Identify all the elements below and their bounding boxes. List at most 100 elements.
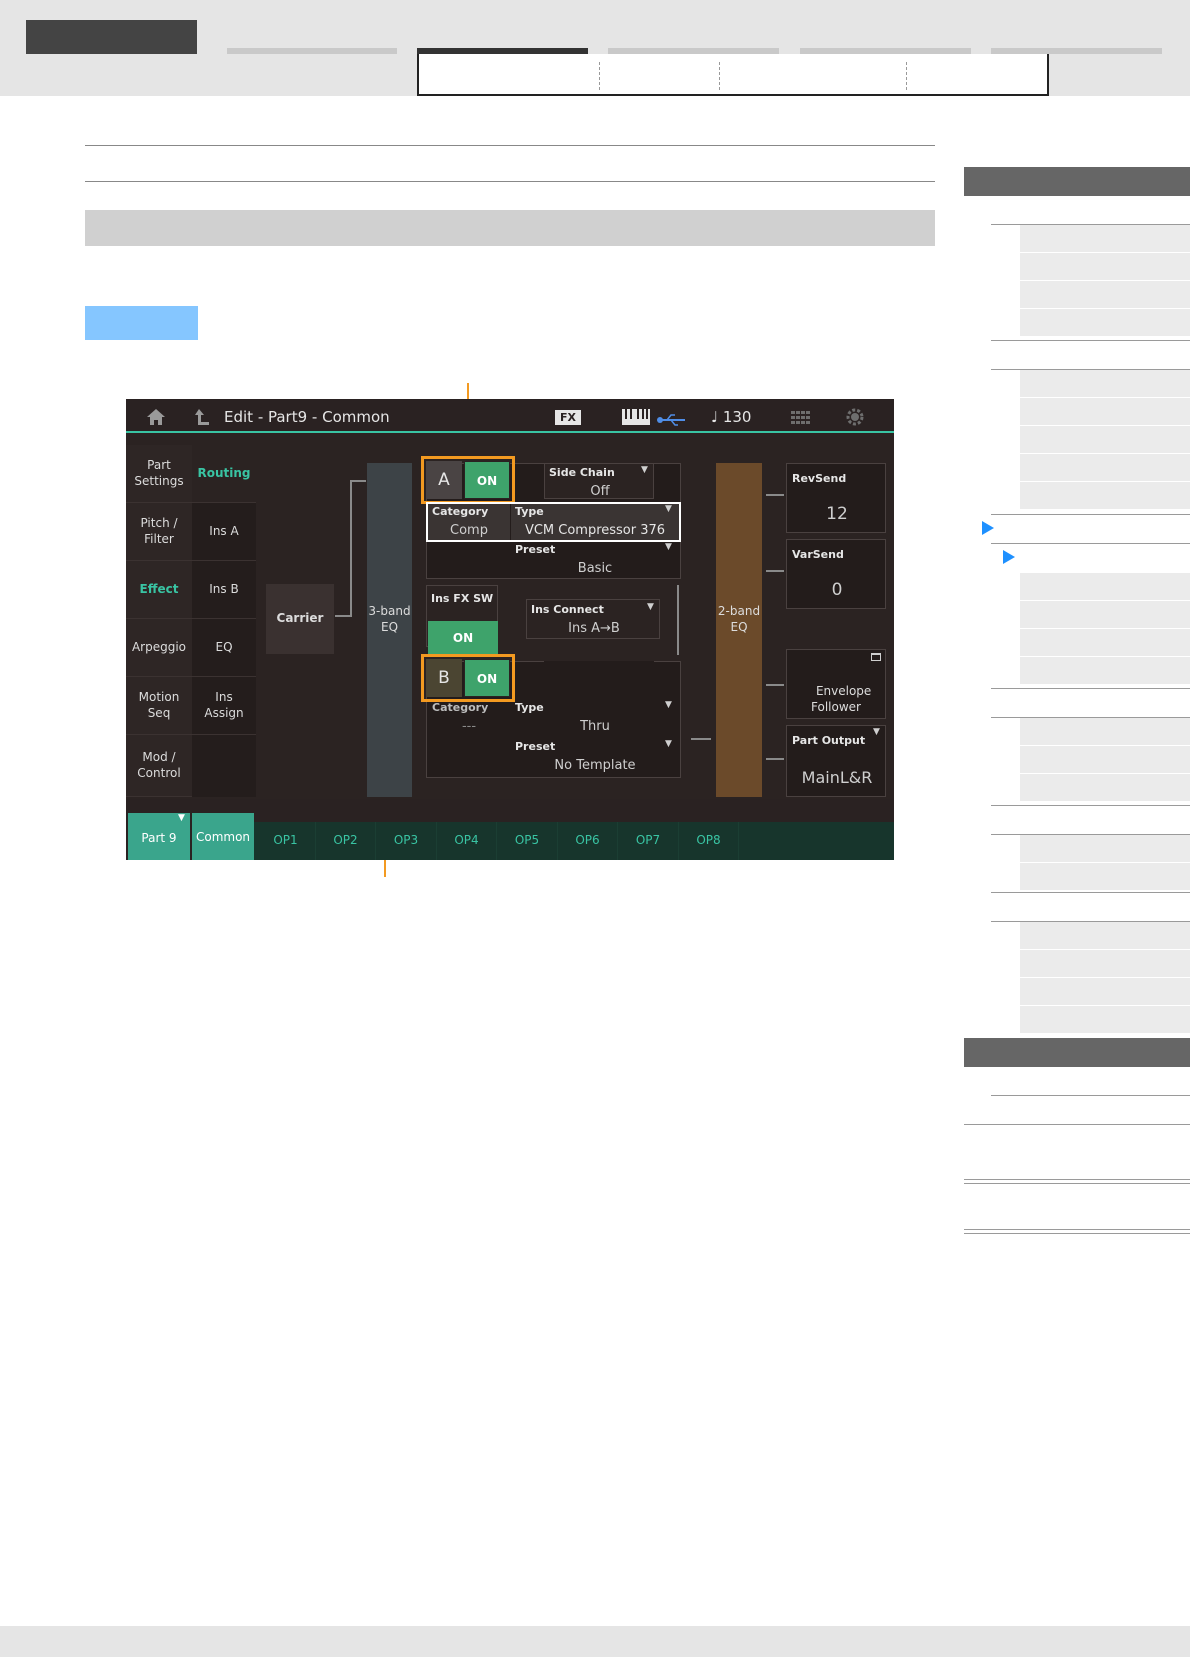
op8-tab[interactable]: OP8: [679, 822, 739, 860]
ins-a-preset-value: Basic: [577, 561, 613, 576]
op7-tab[interactable]: OP7: [618, 822, 679, 860]
eq-3band-block[interactable]: 3-band EQ: [367, 463, 412, 797]
var-send-value: 0: [831, 580, 843, 600]
ins-b-type-field[interactable]: Type ▼ Thru: [511, 700, 679, 736]
ins-b-letter: B: [426, 659, 462, 697]
ins-b-type-value: Thru: [580, 719, 610, 734]
ins-connect-label: Ins Connect: [531, 603, 604, 616]
ins-a-letter: A: [426, 461, 462, 499]
ins-a-type-field[interactable]: Type ▼ VCM Compressor 376: [511, 504, 679, 540]
side-chain-value: Off: [590, 484, 610, 499]
right-nav-item[interactable]: [1020, 544, 1190, 572]
right-nav-item[interactable]: [1020, 922, 1190, 950]
ins-connect-field[interactable]: Ins Connect ▼ Ins A→B: [526, 599, 660, 639]
right-nav-rule: [991, 1095, 1190, 1096]
var-send-label: VarSend: [792, 548, 844, 561]
title-rule-bottom: [85, 181, 935, 182]
right-nav-rule: [964, 1124, 1190, 1125]
header-tab-1[interactable]: [227, 48, 397, 54]
ins-fx-sw-button[interactable]: ON: [428, 621, 498, 655]
ins-b-preset-field[interactable]: Preset ▼ No Template: [511, 739, 679, 775]
op5-tab[interactable]: OP5: [497, 822, 558, 860]
section-header-bar: [85, 210, 935, 246]
rev-send-field[interactable]: RevSend 12: [786, 463, 886, 533]
ins-b-type-dropdown-icon: ▼: [665, 700, 672, 710]
right-nav-rule: [991, 340, 1190, 341]
eq-2band-block[interactable]: 2-band EQ: [716, 463, 762, 797]
ins-b-category-field[interactable]: Category ---: [428, 700, 510, 736]
op2-tab[interactable]: OP2: [316, 822, 376, 860]
right-nav-item[interactable]: [1020, 774, 1190, 802]
op3-tab[interactable]: OP3: [376, 822, 437, 860]
right-nav-rule: [991, 805, 1190, 806]
right-nav-item[interactable]: [1020, 835, 1190, 863]
right-nav-item[interactable]: [1020, 454, 1190, 482]
right-nav-item[interactable]: [1020, 426, 1190, 454]
current-section-marker-icon: [982, 521, 994, 535]
right-nav-item[interactable]: [1020, 950, 1190, 978]
common-tab[interactable]: Common: [192, 813, 254, 860]
right-nav-header-2: [964, 1038, 1190, 1067]
envelope-follower-label: Envelope Follower: [811, 684, 872, 714]
right-nav-rule: [964, 1179, 1190, 1180]
ins-a-preset-label: Preset: [515, 543, 556, 556]
right-nav-item[interactable]: [1020, 225, 1190, 253]
part-output-value: MainL&R: [801, 768, 873, 787]
right-nav-item[interactable]: [1020, 746, 1190, 774]
op1-tab[interactable]: OP1: [256, 822, 316, 860]
right-nav-item[interactable]: [1020, 657, 1190, 685]
ins-a-category-field[interactable]: Category Comp: [428, 504, 510, 540]
op4-tab[interactable]: OP4: [437, 822, 497, 860]
ins-a-preset-dropdown-icon: ▼: [665, 542, 672, 552]
right-nav-item[interactable]: [1020, 629, 1190, 657]
ins-b-type-label: Type: [515, 701, 544, 714]
right-nav-rule: [991, 892, 1190, 893]
op6-tab[interactable]: OP6: [558, 822, 618, 860]
ins-b-sidechain-blank: [544, 661, 654, 697]
current-page-marker-icon: [1003, 550, 1015, 564]
right-nav-rule: [964, 1183, 1190, 1184]
part-output-field[interactable]: Part Output ▼ MainL&R: [786, 725, 886, 797]
ins-fx-sw-label: Ins FX SW: [431, 592, 494, 605]
ins-a-category-label: Category: [432, 505, 489, 518]
synth-screen: Edit - Part9 - Common FX ♩ 130 Part Sett…: [126, 399, 894, 860]
header-subtab-box: [417, 54, 1049, 96]
ins-b-on-switch[interactable]: ON: [464, 659, 510, 697]
ins-b-category-value: ---: [461, 719, 477, 734]
side-chain-field[interactable]: Side Chain ▼ Off: [544, 463, 654, 499]
ins-b-category-label: Category: [432, 701, 489, 714]
right-nav-rule: [991, 514, 1190, 515]
right-nav-item[interactable]: [1020, 978, 1190, 1006]
right-nav-item[interactable]: [1020, 370, 1190, 398]
ins-b-preset-label: Preset: [515, 740, 556, 753]
rev-send-value: 12: [826, 504, 848, 524]
title-rule-top: [85, 145, 935, 146]
ins-connect-dropdown-icon: ▼: [647, 602, 654, 612]
label-chip: [85, 306, 198, 340]
right-nav-item[interactable]: [1020, 863, 1190, 891]
right-nav-item[interactable]: [1020, 573, 1190, 601]
rev-send-label: RevSend: [792, 472, 847, 485]
ins-a-preset-field[interactable]: Preset ▼ Basic: [511, 542, 679, 578]
ins-connect-value: Ins A→B: [568, 621, 620, 636]
right-nav-item[interactable]: [1020, 398, 1190, 426]
right-nav-item[interactable]: [1020, 482, 1190, 510]
var-send-field[interactable]: VarSend 0: [786, 539, 886, 609]
envelope-follower-button[interactable]: Envelope Follower: [786, 649, 886, 719]
ins-a-category-value: Comp: [450, 523, 488, 538]
right-nav-item[interactable]: [1020, 1006, 1190, 1034]
right-nav-item[interactable]: [1020, 601, 1190, 629]
ins-b-preset-dropdown-icon: ▼: [665, 739, 672, 749]
right-nav-rule: [964, 1229, 1190, 1230]
ins-a-type-label: Type: [515, 505, 544, 518]
right-nav-item[interactable]: [1020, 281, 1190, 309]
popup-window-icon: [871, 653, 881, 661]
ins-b-preset-value: No Template: [554, 758, 636, 773]
right-nav-item[interactable]: [1020, 718, 1190, 746]
ins-a-on-switch[interactable]: ON: [464, 461, 510, 499]
side-chain-label: Side Chain: [549, 466, 615, 479]
part-select-dropdown-icon: ▼: [178, 813, 185, 823]
right-nav-item[interactable]: [1020, 253, 1190, 281]
right-nav-item[interactable]: [1020, 309, 1190, 337]
header-title-block: [26, 20, 197, 54]
